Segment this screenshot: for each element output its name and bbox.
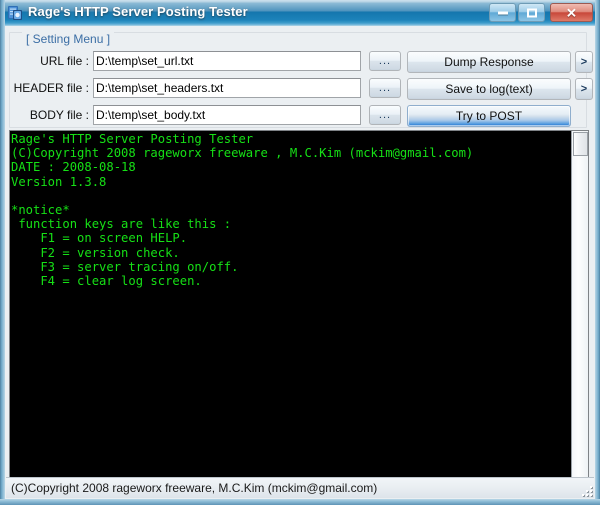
app-icon	[8, 6, 22, 20]
setting-menu-legend: [ Setting Menu ]	[22, 32, 115, 46]
save-to-log-options-button[interactable]: >	[575, 78, 593, 100]
log-output-area[interactable]: Rage's HTTP Server Posting Tester (C)Cop…	[9, 130, 589, 478]
header-file-browse-button[interactable]: ...	[369, 78, 401, 98]
window-frame-right	[595, 0, 600, 505]
log-vertical-scrollbar[interactable]	[571, 131, 588, 477]
close-button[interactable]: ✕	[550, 3, 593, 22]
body-file-input[interactable]	[93, 105, 361, 125]
url-file-label: URL file :	[40, 54, 89, 68]
log-vertical-scrollbar-thumb[interactable]	[573, 132, 588, 156]
body-file-browse-button[interactable]: ...	[369, 105, 401, 125]
window-frame-bottom	[0, 499, 600, 505]
minimize-icon	[497, 11, 508, 14]
resize-grip[interactable]	[579, 483, 592, 496]
status-bar-text: (C)Copyright 2008 rageworx freeware, M.C…	[11, 481, 378, 495]
window-title: Rage's HTTP Server Posting Tester	[28, 4, 248, 19]
title-bar[interactable]: Rage's HTTP Server Posting Tester ✕	[0, 0, 600, 26]
client-area: [ Setting Menu ] URL file : ... HEADER f…	[5, 26, 595, 499]
header-file-label: HEADER file :	[13, 81, 89, 95]
status-bar: (C)Copyright 2008 rageworx freeware, M.C…	[6, 477, 594, 498]
header-file-input[interactable]	[93, 78, 361, 98]
dump-response-options-button[interactable]: >	[575, 51, 593, 73]
close-icon: ✕	[566, 5, 577, 20]
minimize-button[interactable]	[489, 3, 516, 22]
url-file-browse-button[interactable]: ...	[369, 51, 401, 71]
dump-response-button[interactable]: Dump Response	[407, 51, 571, 73]
try-to-post-button[interactable]: Try to POST	[407, 105, 571, 127]
maximize-button[interactable]	[518, 3, 545, 22]
application-window: Rage's HTTP Server Posting Tester ✕ [ Se…	[0, 0, 600, 505]
log-output-text: Rage's HTTP Server Posting Tester (C)Cop…	[11, 132, 474, 289]
save-to-log-button[interactable]: Save to log(text)	[407, 78, 571, 100]
url-file-input[interactable]	[93, 51, 361, 71]
body-file-label: BODY file :	[29, 108, 89, 122]
maximize-icon	[526, 8, 537, 17]
